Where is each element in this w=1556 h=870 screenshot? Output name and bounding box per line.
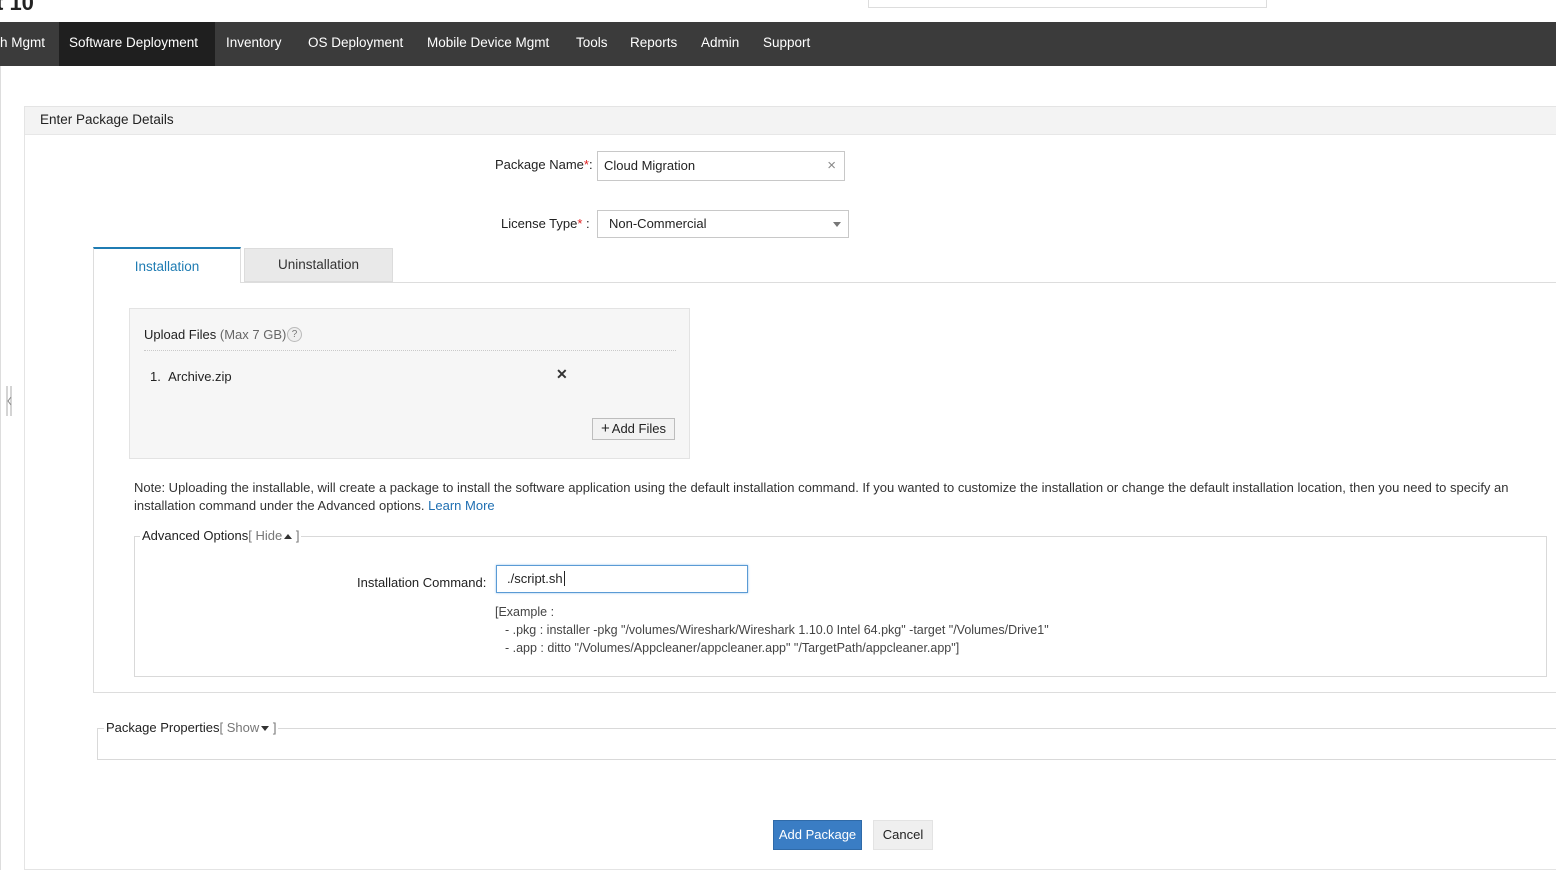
page-title-fragment: t 10: [0, 0, 34, 15]
example-line-app: - .app : ditto "/Volumes/Appcleaner/appc…: [505, 641, 960, 655]
learn-more-link[interactable]: Learn More: [428, 498, 494, 513]
package-properties-fieldset: [97, 728, 1556, 760]
nav-item-mobile-device-mgmt[interactable]: Mobile Device Mgmt: [427, 22, 549, 66]
panel-header: Enter Package Details: [25, 107, 1556, 135]
clear-icon[interactable]: ×: [827, 152, 836, 180]
left-sidebar-edge: [0, 66, 1, 870]
tab-uninstallation[interactable]: Uninstallation: [244, 248, 393, 282]
divider: [144, 350, 676, 351]
tab-installation[interactable]: Installation: [93, 247, 241, 283]
cancel-button[interactable]: Cancel: [873, 820, 933, 850]
upload-files-box: Upload Files (Max 7 GB) ? 1. Archive.zip…: [129, 308, 690, 459]
toggle-label: Show: [226, 720, 260, 735]
add-files-label: Add Files: [611, 421, 666, 436]
advanced-options-title: Advanced Options: [142, 528, 249, 543]
advanced-options-toggle[interactable]: [ Hide ]: [248, 528, 299, 543]
toggle-bracket-close: ]: [269, 720, 277, 735]
upload-max-size: (Max 7 GB): [219, 327, 287, 342]
main-navbar: h Mgmt Software Deployment Inventory OS …: [0, 22, 1556, 66]
top-strip: t 10: [0, 0, 1556, 22]
nav-item-patch-mgmt[interactable]: h Mgmt: [0, 22, 59, 66]
installation-command-value: ./script.sh: [507, 571, 563, 586]
package-name-label-text: Package Name: [495, 157, 584, 172]
advanced-options-fieldset: [134, 536, 1547, 677]
example-heading: [Example :: [495, 605, 555, 619]
license-type-select[interactable]: Non-Commercial: [597, 210, 849, 238]
file-list-item: 1. Archive.zip: [150, 369, 232, 384]
help-icon[interactable]: ?: [287, 327, 302, 342]
toggle-bracket-open: [: [219, 720, 227, 735]
nav-item-software-deployment[interactable]: Software Deployment: [59, 22, 215, 66]
upload-files-title: Upload Files (Max 7 GB): [144, 327, 286, 342]
nav-item-os-deployment[interactable]: OS Deployment: [308, 22, 403, 66]
toggle-bracket-close: ]: [292, 528, 300, 543]
text-cursor: [563, 571, 565, 586]
nav-item-tools[interactable]: Tools: [576, 22, 608, 66]
license-type-value: Non-Commercial: [609, 216, 707, 231]
installation-note: Note: Uploading the installable, will cr…: [134, 479, 1554, 515]
package-properties-toggle[interactable]: [ Show ]: [219, 720, 276, 735]
add-files-button[interactable]: + Add Files: [592, 418, 675, 440]
upload-title-text: Upload Files: [144, 327, 217, 342]
chevron-down-icon: [833, 222, 841, 227]
installation-command-input[interactable]: ./script.sh: [496, 565, 748, 593]
installation-command-label: Installation Command:: [357, 575, 487, 590]
license-type-label: License Type* :: [501, 216, 590, 231]
example-line-pkg: - .pkg : installer -pkg "/volumes/Wiresh…: [505, 623, 1049, 637]
note-text: Note: Uploading the installable, will cr…: [134, 480, 1509, 513]
nav-item-admin[interactable]: Admin: [701, 22, 739, 66]
advanced-options-legend: Advanced Options[ Hide ]: [140, 528, 302, 543]
panel-title: Enter Package Details: [40, 112, 174, 127]
label-colon: :: [582, 216, 590, 231]
package-name-input[interactable]: Cloud Migration ×: [597, 151, 845, 181]
file-name: Archive.zip: [168, 369, 232, 384]
toggle-label: Hide: [255, 528, 283, 543]
nav-item-inventory[interactable]: Inventory: [226, 22, 282, 66]
file-index: 1.: [150, 369, 161, 384]
global-search-input[interactable]: [868, 0, 1267, 8]
remove-file-icon[interactable]: ✕: [556, 366, 568, 383]
sidebar-collapse-grip-icon[interactable]: [5, 386, 13, 416]
plus-icon: +: [601, 420, 610, 437]
package-properties-legend: Package Properties[ Show ]: [104, 720, 279, 735]
nav-item-reports[interactable]: Reports: [630, 22, 677, 66]
package-name-value: Cloud Migration: [604, 158, 696, 173]
add-package-button[interactable]: Add Package: [773, 820, 862, 850]
package-name-label: Package Name*:: [495, 157, 593, 172]
package-properties-title: Package Properties: [106, 720, 220, 735]
nav-item-support[interactable]: Support: [763, 22, 810, 66]
license-type-label-text: License Type: [501, 216, 578, 231]
label-colon: :: [588, 157, 593, 172]
